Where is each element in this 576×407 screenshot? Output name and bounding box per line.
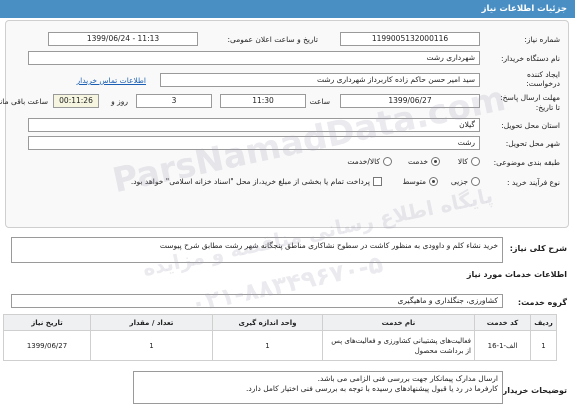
page-title-bar: جزئیات اطلاعات نیاز [0,0,576,18]
radio-icon[interactable] [384,156,393,166]
treasury-payment-option[interactable]: پرداخت تمام یا بخشی از مبلغ خرید،از محل … [132,176,383,186]
table-cell: 1 [91,330,214,361]
announce-label: تاریخ و ساعت اعلان عمومی: [228,35,319,44]
need-details-panel: شماره نیاز: 1199005132000116 تاریخ و ساع… [0,20,570,228]
purchase-type-label: نوع فرآیند خرید : [507,178,561,187]
services-table: ردیف کد خدمت نام خدمت واحد اندازه گیری ت… [4,314,558,361]
table-row: 1 الف-1-16 فعالیت‌های پشتیبانی کشاورزی و… [4,330,558,361]
radio-selected-icon[interactable] [432,156,441,166]
radio-icon[interactable] [472,156,481,166]
column-header: تعداد / مقدار [91,314,214,331]
notes-line: ارسال مدارک پیمانکار جهت بررسی فنی الزام… [318,374,499,383]
radio-icon[interactable] [472,176,481,186]
deadline-time-field[interactable]: 11:30 [221,94,307,108]
days-remaining-field: 3 [137,94,213,108]
buyer-org-label: نام دستگاه خریدار: [501,54,561,63]
remaining-label: ساعت باقی مانده [0,97,49,106]
summary-label: شرح کلی نیاز: [510,244,568,253]
service-group-label: گروه خدمت: [518,298,568,307]
checkbox-icon[interactable] [374,176,383,186]
column-header: نام خدمت [323,314,476,331]
deadline-label: مهلت ارسال پاسخ: [501,93,561,102]
buyer-notes-box: ارسال مدارک پیمانکار جهت بررسی فنی الزام… [134,371,504,404]
purchase-option-medium[interactable]: متوسط [403,176,439,186]
deadline-date-field[interactable]: 1399/06/27 [341,94,481,108]
city-label: شهر محل تحویل: [506,139,561,148]
need-number-field[interactable]: 1199005132000116 [341,32,481,46]
category-label: طبقه بندی موضوعی: [494,158,561,167]
service-group-field: کشاورزی، جنگلداری و ماهیگیری [12,294,504,308]
table-cell: 1 [531,330,558,361]
table-cell: فعالیت‌های پشتیبانی کشاورزی و فعالیت‌های… [323,330,476,361]
category-option-service[interactable]: خدمت [409,156,441,166]
province-label: استان محل تحویل: [502,121,561,130]
radio-selected-icon[interactable] [430,176,439,186]
table-header-row: ردیف کد خدمت نام خدمت واحد اندازه گیری ت… [4,314,558,331]
countdown-timer: 00:11:26 [54,94,100,108]
column-header: ردیف [531,314,558,331]
services-section-title: اطلاعات خدمات مورد نیاز [467,270,568,279]
category-option-goods-service[interactable]: کالا/خدمت [348,156,393,166]
notes-line: کارفرما در رد یا قبول پیشنهادهای رسیده ب… [247,384,499,393]
creator-label: ایجاد کننده درخواست: [527,70,561,88]
table-cell: 1399/06/27 [4,330,92,361]
deadline-time-label: ساعت [310,97,331,106]
buyer-notes-label: توضیحات خریدار: [500,386,568,395]
deadline-label-2: تا تاریخ: [536,103,561,112]
buyer-contact-link[interactable]: اطلاعات تماس خریدار [78,76,148,85]
days-label: روز و [112,97,129,106]
column-header: کد خدمت [475,314,532,331]
column-header: واحد اندازه گیری [213,314,324,331]
province-field[interactable]: گیلان [29,118,481,132]
page-title: جزئیات اطلاعات نیاز [482,4,568,14]
column-header: تاریخ نیاز [4,314,92,331]
summary-text: خرید نشاء کلم و داوودی به منظور کاشت در … [12,237,504,263]
category-option-goods[interactable]: کالا [459,156,481,166]
need-number-label: شماره نیاز: [525,35,561,44]
table-cell: 1 [213,330,324,361]
announce-field[interactable]: 1399/06/24 - 11:13 [49,32,199,46]
table-cell: الف-1-16 [475,330,532,361]
purchase-option-minor[interactable]: جزیی [452,176,481,186]
buyer-org-field[interactable]: شهرداری رشت [29,51,481,65]
city-field[interactable]: رشت [29,136,481,150]
creator-field[interactable]: سید امیر حسن حاکم زاده کاربرداز شهرداری … [161,73,481,87]
